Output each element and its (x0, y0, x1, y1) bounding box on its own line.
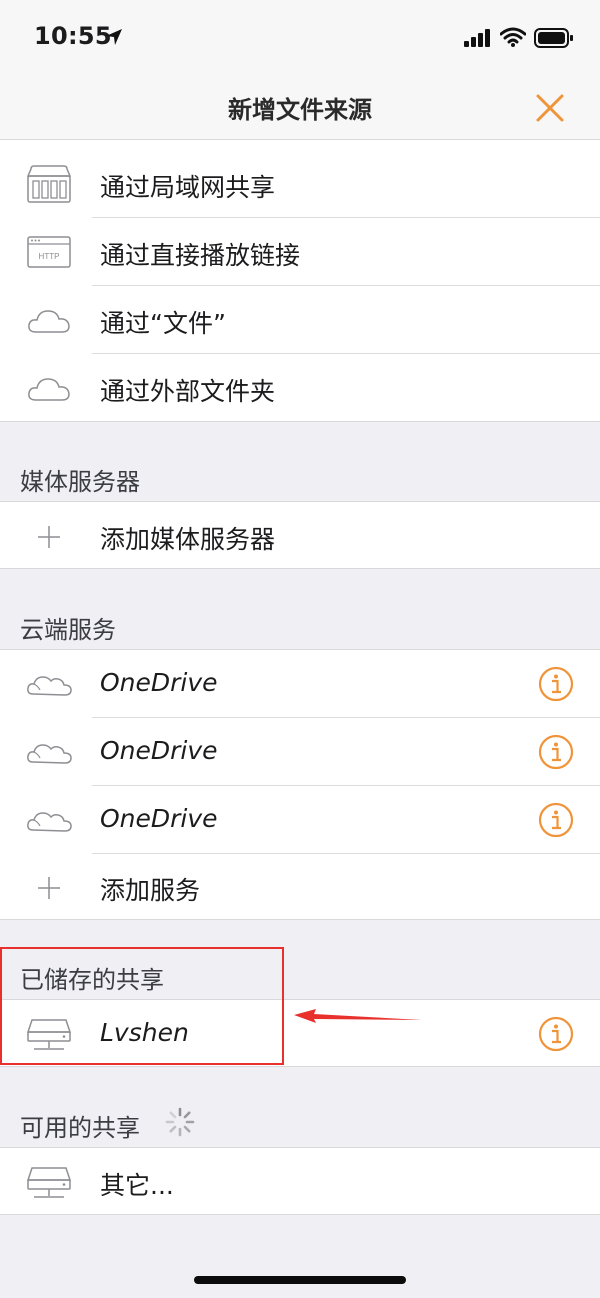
svg-text:HTTP: HTTP (39, 252, 60, 261)
loading-spinner-icon (165, 1107, 195, 1137)
server-icon (26, 1167, 72, 1198)
source-label: 通过局域网共享 (100, 173, 276, 202)
section-header-available-shares: 可用的共享 (20, 1114, 140, 1142)
battery-icon (534, 28, 573, 48)
add-media-server-label: 添加媒体服务器 (100, 525, 276, 554)
cloud-service-label: OneDrive (100, 668, 218, 697)
cloud-services-group: OneDrive OneDrive OneDrive 添加服务 (0, 649, 600, 920)
info-button[interactable] (538, 1016, 574, 1052)
wifi-icon (500, 27, 526, 47)
section-header-media-servers: 媒体服务器 (20, 468, 140, 496)
onedrive-cloud-icon (27, 676, 72, 696)
media-servers-group: 添加媒体服务器 (0, 501, 600, 569)
page-title: 新增文件来源 (228, 96, 372, 124)
status-bar: 10:55 (0, 0, 600, 76)
add-media-server-button[interactable]: 添加媒体服务器 (0, 502, 600, 570)
cloud-service-label: OneDrive (100, 804, 218, 833)
info-icon (538, 734, 574, 770)
available-share-row[interactable]: 其它... (0, 1148, 600, 1216)
cloud-service-label: OneDrive (100, 736, 218, 765)
info-icon (538, 802, 574, 838)
sources-group: 通过局域网共享 HTTP 通过直接播放链接 通过“文件” 通过外部文件夹 (0, 140, 600, 422)
source-label: 通过外部文件夹 (100, 377, 276, 406)
close-button[interactable] (530, 88, 570, 128)
cloud-service-row[interactable]: OneDrive (0, 718, 600, 786)
http-icon: HTTP (27, 236, 71, 268)
plus-icon (38, 877, 60, 899)
info-icon (538, 666, 574, 702)
source-label: 通过直接播放链接 (100, 241, 301, 270)
source-label: 通过“文件” (100, 309, 226, 338)
info-button[interactable] (538, 734, 574, 770)
cellular-signal-icon (464, 29, 490, 47)
location-arrow-icon (106, 29, 122, 45)
cloud-service-row[interactable]: OneDrive (0, 786, 600, 854)
source-row-files[interactable]: 通过“文件” (0, 286, 600, 354)
add-service-label: 添加服务 (100, 876, 201, 905)
cloud-icon (28, 378, 70, 401)
cloud-icon (28, 310, 70, 333)
plus-icon (38, 526, 60, 548)
home-indicator[interactable] (194, 1276, 406, 1284)
annotation-highlight-box (0, 947, 284, 1065)
close-icon (536, 94, 564, 122)
source-row-lan[interactable]: 通过局域网共享 (0, 150, 600, 218)
info-icon (538, 1016, 574, 1052)
cloud-service-row[interactable]: OneDrive (0, 650, 600, 718)
info-button[interactable] (538, 802, 574, 838)
section-header-cloud-services: 云端服务 (20, 616, 116, 644)
status-time: 10:55 (34, 22, 112, 50)
annotation-arrow-icon (294, 1009, 422, 1023)
available-shares-group: 其它... (0, 1147, 600, 1215)
info-button[interactable] (538, 666, 574, 702)
nav-bar: 新增文件来源 (0, 76, 600, 140)
nas-icon (26, 165, 72, 203)
available-share-label: 其它... (100, 1171, 174, 1200)
source-row-http[interactable]: HTTP 通过直接播放链接 (0, 218, 600, 286)
onedrive-cloud-icon (27, 744, 72, 764)
add-service-button[interactable]: 添加服务 (0, 853, 600, 921)
onedrive-cloud-icon (27, 812, 72, 832)
source-row-external-folder[interactable]: 通过外部文件夹 (0, 354, 600, 422)
